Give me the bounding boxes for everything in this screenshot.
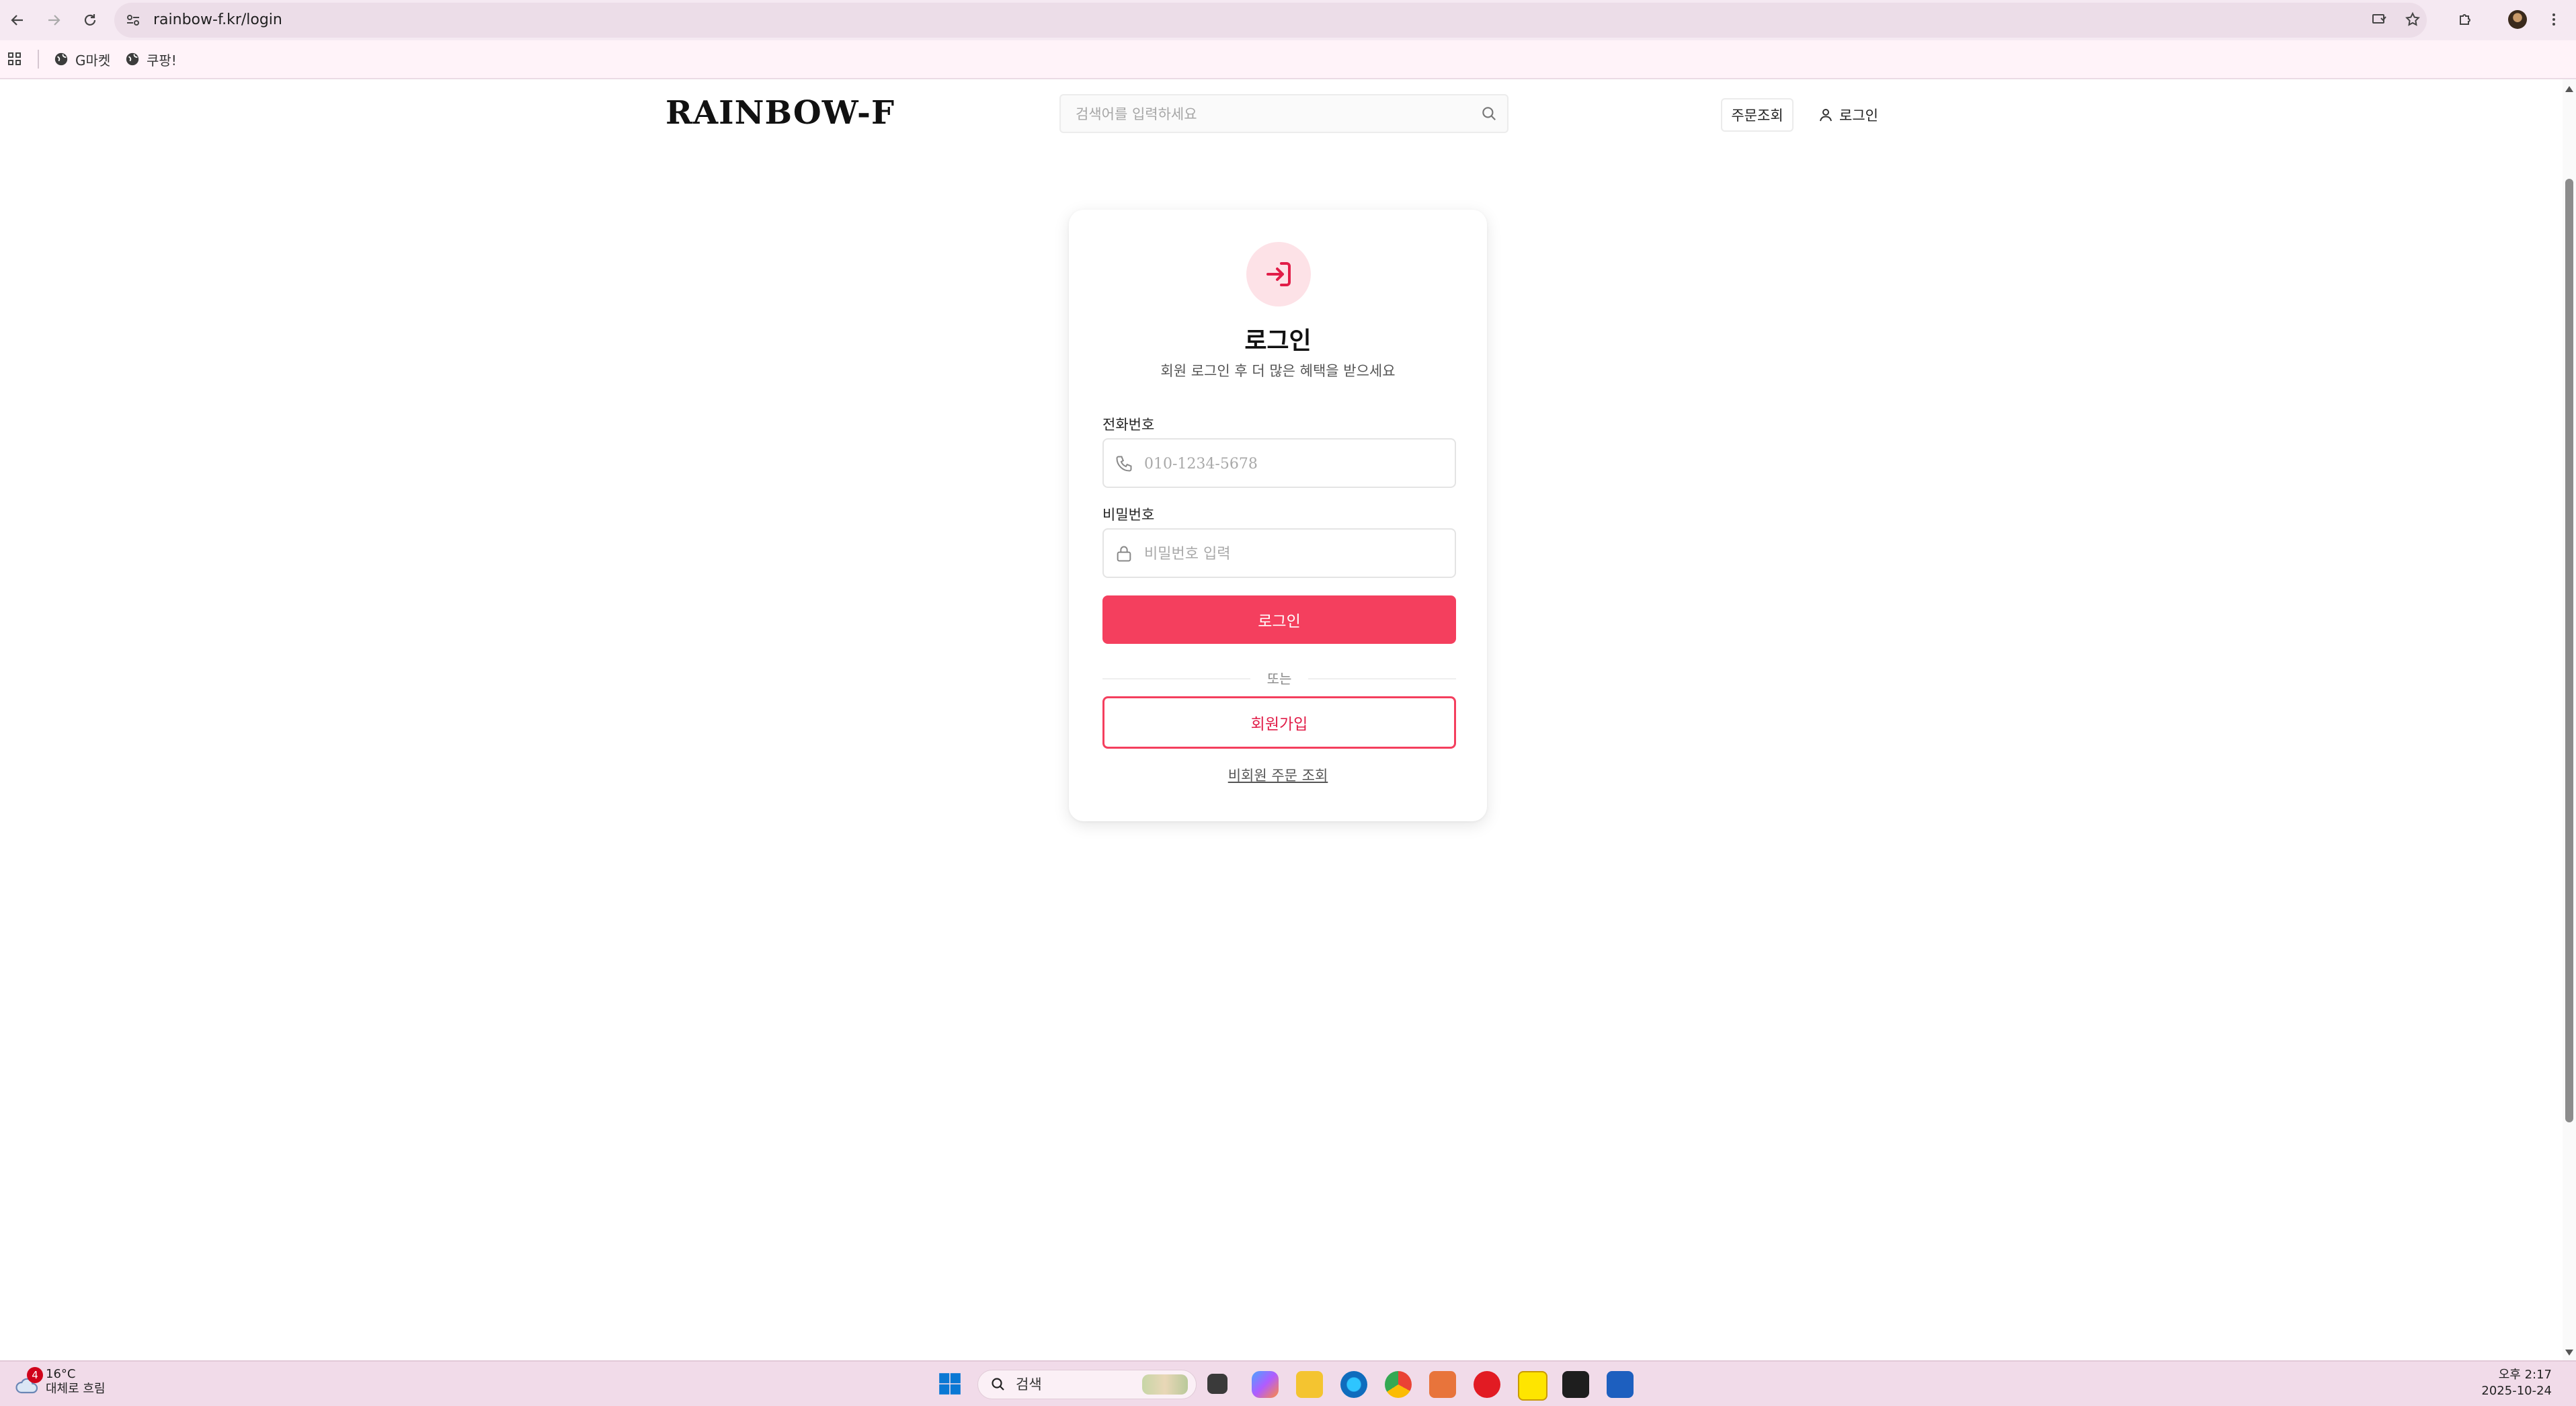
globe-icon [54,52,68,66]
taskbar-search-label: 검색 [1016,1376,1042,1393]
search-input[interactable] [1061,95,1480,133]
edge-browser-icon[interactable] [1340,1371,1367,1398]
login-subtitle: 회원 로그인 후 더 많은 혜택을 받으세요 [1160,363,1396,379]
system-clock[interactable]: 오후 2:17 2025-10-24 [2481,1367,2552,1399]
extensions-button[interactable] [2454,8,2477,31]
bookmark-label: G마켓 [75,52,111,69]
red-app-icon[interactable] [1474,1371,1500,1398]
back-arrow-icon [11,15,23,26]
search-icon[interactable] [1480,105,1498,122]
word-icon[interactable] [1607,1371,1634,1398]
kebab-menu-icon [2552,13,2555,26]
login-title: 로그인 [1244,327,1312,355]
header-login-label: 로그인 [1839,108,1878,124]
star-icon [2405,11,2420,26]
puzzle-icon [2460,14,2470,25]
install-icon [2372,14,2386,24]
file-explorer-icon[interactable] [1296,1371,1323,1398]
forward-button[interactable] [42,8,66,32]
task-view-icon[interactable] [1207,1374,1227,1394]
reload-icon [84,14,96,26]
forward-arrow-icon [48,15,61,26]
chrome-browser-icon[interactable] [1385,1371,1412,1398]
windows-taskbar: 4 16°C 대체로 흐림 검색 오후 2:17 2025-10-24 [0,1360,2576,1406]
profile-avatar[interactable] [2506,8,2529,31]
search-highlight-icon [1142,1374,1188,1395]
scroll-up-arrow-icon[interactable] [2565,86,2573,92]
copilot-icon[interactable] [1252,1371,1279,1398]
login-enter-icon [1266,262,1291,286]
login-submit-button[interactable]: 로그인 [1102,595,1456,644]
terminal-icon[interactable] [1562,1371,1589,1398]
header-login-link[interactable]: 로그인 [1818,98,1878,132]
weather-widget[interactable]: 4 16°C 대체로 흐림 [13,1367,106,1397]
bookmarks-bar: G마켓 쿠팡! [0,40,2576,79]
url-text: rainbow-f.kr/login [153,11,282,28]
back-button[interactable] [5,8,30,32]
reload-button[interactable] [78,8,102,32]
bookmark-coupang[interactable]: 쿠팡! [125,40,177,78]
bookmark-label: 쿠팡! [147,52,177,69]
page-scrollbar[interactable] [2563,79,2576,1360]
windows-logo-icon [939,1373,961,1395]
claude-app-icon[interactable] [1429,1371,1456,1398]
taskbar-search[interactable]: 검색 [977,1370,1197,1399]
weather-text: 16°C 대체로 흐림 [46,1367,106,1397]
search-icon [992,1378,1004,1391]
password-input[interactable] [1143,530,1448,578]
temperature: 16°C [46,1367,76,1381]
password-label: 비밀번호 [1102,507,1155,523]
bookmark-separator [38,50,39,69]
search-box [1059,94,1508,133]
site-info-icon [127,15,139,26]
or-divider: 또는 [1102,671,1456,687]
bookmark-gmarket[interactable]: G마켓 [54,40,110,78]
password-field [1102,528,1456,578]
site-logo[interactable]: RAINBOW-F [666,94,895,132]
guest-order-lookup-link[interactable]: 비회원 주문 조회 [1069,765,1487,785]
scrollbar-thumb[interactable] [2565,179,2573,1122]
install-app-button[interactable] [2368,8,2390,31]
browser-toolbar: rainbow-f.kr/login [0,0,2576,40]
phone-input[interactable] [1143,440,1448,488]
clock-time: 오후 2:17 [2498,1368,2552,1382]
apps-button[interactable] [7,40,23,78]
scroll-down-arrow-icon[interactable] [2565,1350,2573,1356]
lock-icon [1117,546,1131,562]
weather-notification-badge: 4 [27,1367,43,1383]
login-badge [1246,242,1311,306]
bookmark-star-button[interactable] [2401,8,2424,31]
globe-icon [126,52,139,66]
browser-menu-button[interactable] [2542,8,2565,31]
order-lookup-button[interactable]: 주문조회 [1721,98,1794,132]
divider-text: 또는 [1266,671,1292,687]
phone-field [1102,438,1456,488]
avatar-icon [2508,10,2527,29]
start-button[interactable] [937,1371,964,1398]
signup-button[interactable]: 회원가입 [1102,696,1456,749]
login-card: 로그인 회원 로그인 후 더 많은 혜택을 받으세요 전화번호 비밀번호 로그인… [1069,210,1487,821]
address-bar[interactable]: rainbow-f.kr/login [114,3,2427,38]
kakaotalk-icon[interactable] [1518,1371,1547,1401]
phone-icon [1116,456,1132,472]
weather-condition: 대체로 흐림 [46,1382,106,1396]
phone-label: 전화번호 [1102,417,1155,433]
user-icon [1820,109,1832,122]
clock-date: 2025-10-24 [2481,1384,2552,1398]
apps-grid-icon [8,52,21,65]
